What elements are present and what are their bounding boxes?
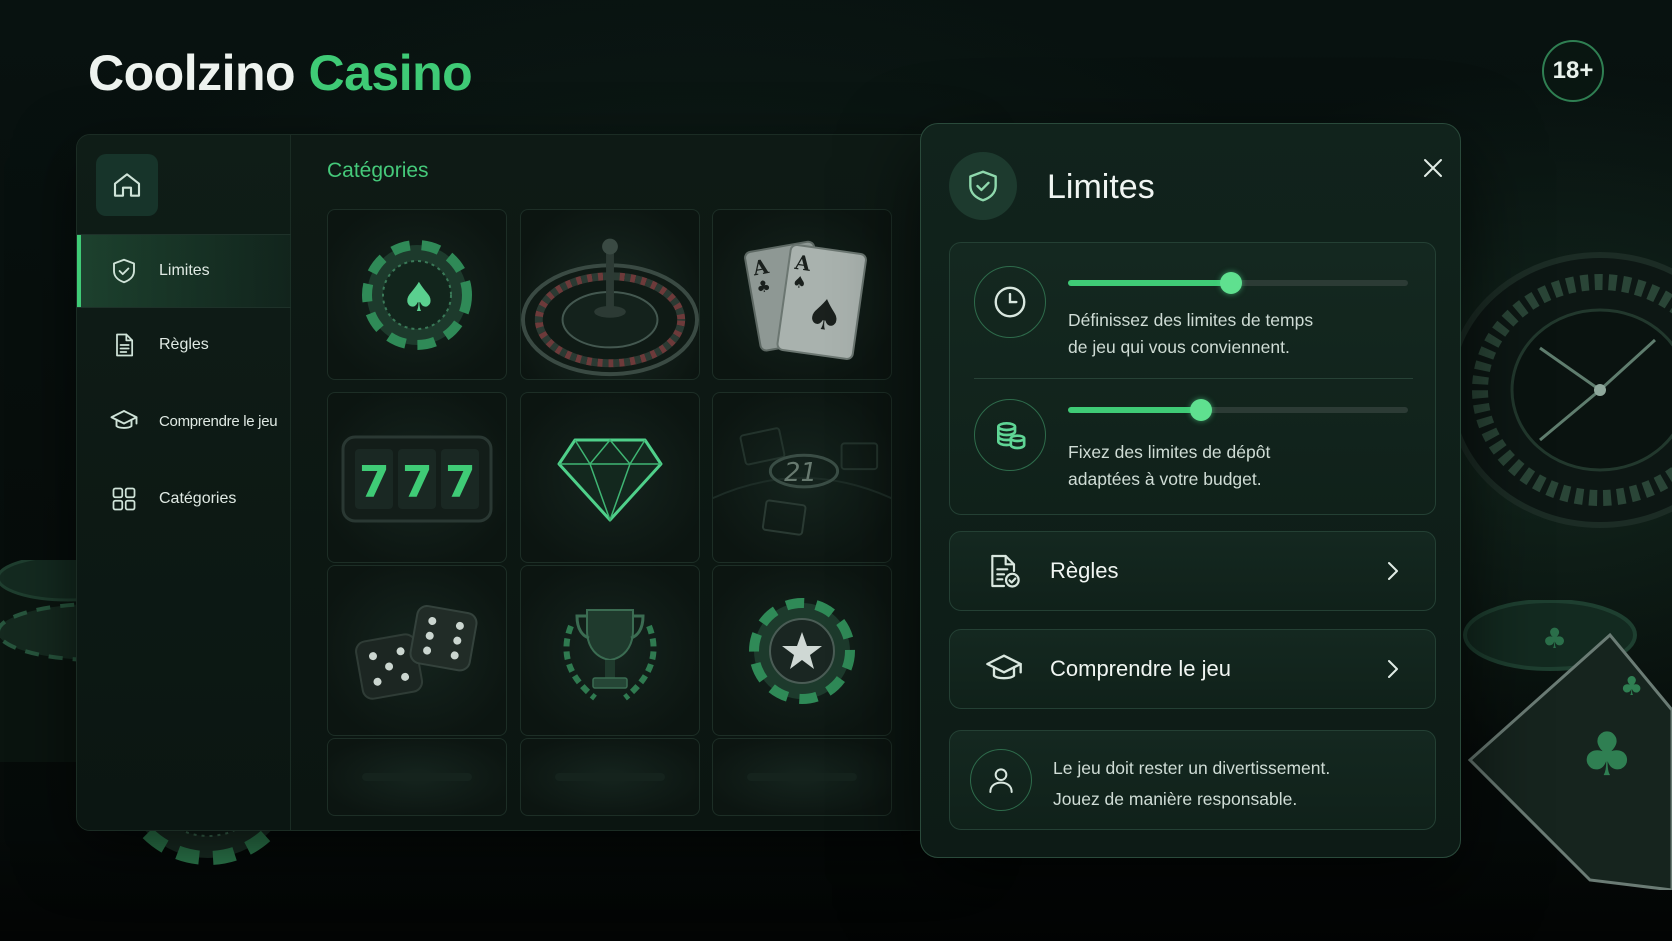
graduation-cap-icon — [978, 649, 1030, 689]
category-tile-placeholder — [520, 738, 700, 816]
note-text-line: Le jeu doit rester un divertissement. — [1053, 758, 1331, 778]
graduation-cap-icon — [109, 406, 139, 436]
playing-cards-icon: A ♣ A ♠ ♠ — [744, 240, 867, 360]
grid-icon — [109, 484, 139, 514]
regles-link-label: Règles — [1050, 558, 1119, 583]
slot-symbol: 7 — [359, 457, 390, 508]
svg-text:♣: ♣ — [1542, 622, 1567, 655]
category-tile-roulette[interactable] — [520, 209, 700, 380]
deposit-limit-text-line: adaptées à votre budget. — [1068, 469, 1262, 489]
home-icon — [113, 173, 141, 197]
slider-fill — [1068, 407, 1201, 413]
diamond-icon — [557, 438, 663, 522]
sidebar-item-label: Comprendre le jeu — [159, 412, 278, 430]
category-tile-vip[interactable] — [712, 565, 892, 736]
svg-text:♣: ♣ — [1580, 720, 1634, 790]
svg-text:21: 21 — [784, 457, 817, 487]
blackjack-table-icon: 21 — [713, 426, 891, 536]
coins-icon — [974, 399, 1046, 471]
age-restriction-badge: 18+ — [1542, 40, 1604, 102]
close-icon — [1424, 159, 1442, 177]
document-icon — [109, 330, 139, 360]
sidebar-item-label: Règles — [159, 336, 209, 353]
sidebar: Limites Règles Comprendre le jeu Catégor… — [77, 135, 291, 830]
user-icon — [970, 749, 1032, 811]
limits-modal: Limites Définissez des limites de temps … — [920, 123, 1461, 858]
poker-chip-spade-icon: ♠ — [362, 239, 472, 350]
background-roulette-icon — [1447, 252, 1672, 528]
loading-placeholder — [747, 773, 857, 781]
sidebar-item-label: Catégories — [159, 490, 237, 507]
responsible-gaming-note: Le jeu doit rester un divertissement. Jo… — [949, 730, 1436, 830]
regles-link[interactable]: Règles — [949, 531, 1436, 611]
comprendre-le-jeu-link-label: Comprendre le jeu — [1050, 656, 1231, 681]
shield-check-icon — [949, 152, 1017, 220]
time-limit-text-line: de jeu qui vous conviennent. — [1068, 337, 1290, 357]
note-text-line: Jouez de manière responsable. — [1053, 789, 1298, 809]
roulette-wheel-icon — [521, 238, 699, 376]
brand-title: Coolzino Casino — [88, 44, 473, 102]
background-card-icon: ♣ ♣ ♣ — [1463, 600, 1672, 890]
deposit-limit-text-line: Fixez des limites de dépôt — [1068, 442, 1271, 462]
time-limit-description: Définissez des limites de temps de jeu q… — [1068, 307, 1388, 361]
close-button[interactable] — [1415, 150, 1451, 186]
modal-title: Limites — [1047, 168, 1155, 206]
chevron-right-icon — [1373, 560, 1413, 582]
clock-icon — [974, 266, 1046, 338]
sidebar-item-label: Limites — [159, 262, 210, 279]
comprendre-le-jeu-link[interactable]: Comprendre le jeu — [949, 629, 1436, 709]
category-tile-cards[interactable]: A ♣ A ♠ ♠ — [712, 209, 892, 380]
category-tile-poker[interactable]: ♠ — [327, 209, 507, 380]
note-text: Le jeu doit rester un divertissement. Jo… — [1053, 753, 1330, 815]
limits-settings-card: Définissez des limites de temps de jeu q… — [949, 242, 1436, 515]
poker-chip-star-icon — [749, 597, 855, 704]
time-limit-slider[interactable] — [1068, 272, 1408, 294]
category-tile-placeholder — [712, 738, 892, 816]
category-tile-tournaments[interactable] — [520, 565, 700, 736]
brand-name: Coolzino — [88, 45, 296, 101]
slider-thumb[interactable] — [1220, 272, 1243, 294]
main-panel: Limites Règles Comprendre le jeu Catégor… — [76, 134, 956, 831]
category-tile-slots[interactable]: 7 7 7 — [327, 392, 507, 563]
svg-text:♠: ♠ — [803, 288, 847, 342]
deposit-limit-row: Fixez des limites de dépôt adaptées à vo… — [950, 379, 1437, 514]
category-tile-dice[interactable] — [327, 565, 507, 736]
slider-thumb[interactable] — [1189, 399, 1212, 421]
slot-machine-icon: 7 7 7 — [341, 435, 493, 522]
time-limit-row: Définissez des limites de temps de jeu q… — [950, 243, 1437, 378]
sidebar-item-regles[interactable]: Règles — [77, 309, 291, 381]
slot-symbol: 7 — [402, 457, 433, 508]
svg-text:♠: ♠ — [791, 271, 808, 292]
loading-placeholder — [362, 773, 472, 781]
loading-placeholder — [555, 773, 665, 781]
sidebar-item-categories[interactable]: Catégories — [77, 463, 291, 535]
deposit-limit-description: Fixez des limites de dépôt adaptées à vo… — [1068, 439, 1388, 493]
slot-symbol: 7 — [445, 457, 476, 508]
trophy-icon — [563, 608, 657, 700]
sidebar-item-comprendre-le-jeu[interactable]: Comprendre le jeu — [77, 385, 291, 457]
slider-fill — [1068, 280, 1232, 286]
brand-name-accent: Casino — [308, 45, 473, 101]
category-tile-blackjack[interactable]: 21 — [712, 392, 892, 563]
svg-text:♣: ♣ — [1620, 672, 1643, 702]
deposit-limit-slider[interactable] — [1068, 399, 1408, 421]
sidebar-divider — [77, 307, 291, 308]
dice-icon — [355, 604, 478, 700]
time-limit-text-line: Définissez des limites de temps — [1068, 310, 1314, 330]
sidebar-item-limites[interactable]: Limites — [77, 235, 291, 307]
category-tile-diamond[interactable] — [520, 392, 700, 563]
shield-check-icon — [109, 256, 139, 286]
categories-title: Catégories — [327, 159, 429, 182]
chevron-right-icon — [1373, 658, 1413, 680]
home-button[interactable] — [96, 154, 158, 216]
category-tile-placeholder — [327, 738, 507, 816]
document-check-icon — [978, 550, 1030, 592]
svg-text:♠: ♠ — [401, 275, 437, 321]
